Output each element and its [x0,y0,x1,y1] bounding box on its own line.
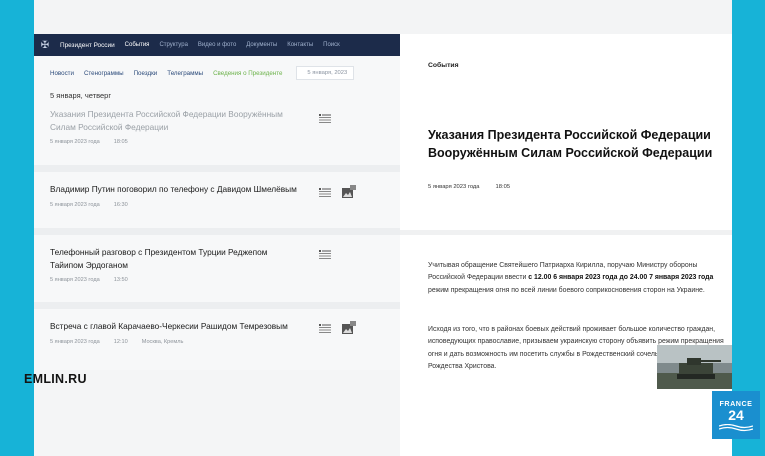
source-watermark: EMLIN.RU [24,372,87,386]
tab-president-info[interactable]: Сведения о Президенте [213,70,282,77]
nav-search[interactable]: Поиск [323,42,340,48]
tab-trips[interactable]: Поездки [134,70,158,77]
text-doc-icon [319,250,331,260]
date-picker[interactable]: 5 января, 2023 [296,66,355,80]
news-time: 12:10 [113,338,128,345]
news-feed-panel: ✠ Президент России События Структура Вид… [34,34,400,370]
article-paragraph: Учитывая обращение Святейшего Патриарха … [428,260,728,297]
news-title[interactable]: Встреча с главой Карачаево-Черкесии Раши… [50,320,310,333]
nav-video-photo[interactable]: Видео и фото [198,42,236,48]
news-date: 5 января 2023 года [50,338,100,345]
broadcast-frame-left [0,0,34,456]
paragraph-text: режим прекращения огня по всей линии бое… [428,286,705,294]
news-date: 5 января 2023 года [50,201,100,208]
text-doc-icon [319,114,331,124]
paragraph-emphasis: с 12.00 6 января 2023 года до 24.00 7 ян… [528,274,714,282]
day-heading: 5 января, четверг [50,91,112,100]
news-time: 18:05 [113,139,128,145]
list-item[interactable]: Указания Президента Российской Федерации… [50,108,400,145]
tab-telegrams[interactable]: Телеграммы [167,70,203,77]
news-time: 16:30 [113,201,128,208]
news-meta: 5 января 2023 года 12:10 Москва, Кремль [50,339,400,345]
article-panel: События Указания Президента Российской Ф… [400,34,732,456]
divider [34,302,400,309]
list-item[interactable]: Встреча с главой Карачаево-Черкесии Раши… [50,320,400,345]
news-meta: 5 января 2023 года 13:50 [50,277,400,283]
article-title: Указания Президента Российской Федерации… [428,128,713,160]
article-time: 18:05 [495,184,511,190]
nav-contacts[interactable]: Контакты [287,42,313,48]
news-title[interactable]: Владимир Путин поговорил по телефону с Д… [50,183,310,196]
nav-events[interactable]: События [125,42,150,48]
list-item[interactable]: Владимир Путин поговорил по телефону с Д… [50,183,400,208]
logo-waves-icon [719,423,753,431]
site-navbar: ✠ Президент России События Структура Вид… [34,34,400,56]
nav-structure[interactable]: Структура [159,42,187,48]
divider [34,228,400,235]
text-doc-icon [319,188,331,198]
logo-number: 24 [728,406,744,423]
divider [34,165,400,172]
news-time: 13:50 [113,277,128,283]
article-meta: 5 января 2023 года 18:05 [428,184,526,190]
news-date: 5 января 2023 года [50,277,100,283]
news-title[interactable]: Телефонный разговор с Президентом Турции… [50,246,300,271]
browser-screen: ✠ Президент России События Структура Вид… [34,0,732,456]
france24-logo: FRANCE 24 [712,391,760,439]
site-name[interactable]: Президент России [60,42,115,49]
nav-documents[interactable]: Документы [246,42,277,48]
tab-transcripts[interactable]: Стенограммы [84,70,124,77]
events-subnav: Новости Стенограммы Поездки Телеграммы С… [34,64,400,82]
list-item[interactable]: Телефонный разговор с Президентом Турции… [50,246,400,283]
tab-news[interactable]: Новости [50,70,74,77]
photo-icon[interactable] [342,185,356,198]
photo-icon[interactable] [342,321,356,334]
top-strip [34,0,732,34]
text-doc-icon [319,324,331,334]
emblem-icon[interactable]: ✠ [38,38,52,52]
news-meta: 5 января 2023 года 18:05 [50,139,400,145]
tank-video-thumbnail [657,345,732,389]
section-label[interactable]: События [428,62,459,69]
news-location: Москва, Кремль [141,338,184,345]
news-meta: 5 января 2023 года 16:30 [50,202,400,208]
broadcast-frame-right [732,0,765,456]
divider [400,230,732,235]
article-date: 5 января 2023 года [428,184,480,190]
news-date: 5 января 2023 года [50,139,100,145]
news-title[interactable]: Указания Президента Российской Федерации… [50,108,300,133]
